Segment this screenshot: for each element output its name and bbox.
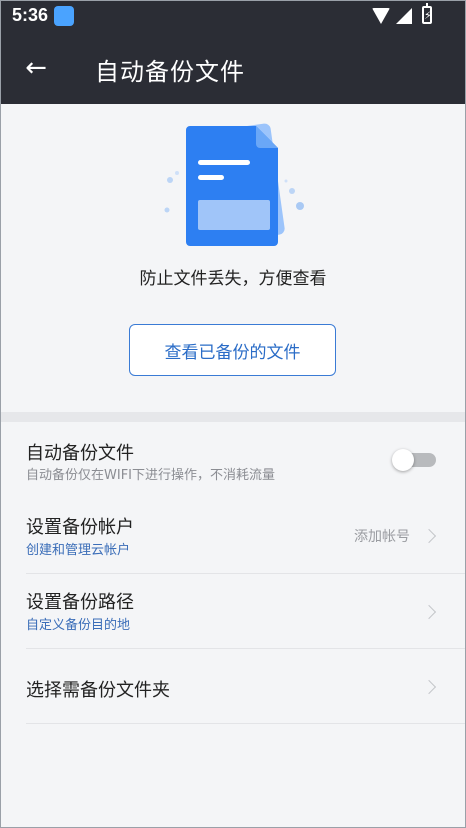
setting-subtitle: 自定义备份目的地 <box>26 618 131 633</box>
setting-backup-path[interactable]: 设置备份路径 自定义备份目的地 <box>0 574 466 650</box>
signal-icon <box>396 8 412 24</box>
setting-subtitle: 创建和管理云帐户 <box>26 543 131 558</box>
chevron-right-icon <box>421 528 437 544</box>
setting-select-folders[interactable]: 选择需备份文件夹 <box>0 650 466 726</box>
setting-title: 设置备份帐户 <box>26 517 134 538</box>
chevron-right-icon <box>421 604 437 620</box>
setting-backup-account[interactable]: 设置备份帐户 创建和管理云帐户 添加帐号 <box>0 498 466 574</box>
view-backed-up-files-button[interactable]: 查看已备份的文件 <box>129 324 336 376</box>
status-bar: 5:36 ⚡ <box>0 0 466 32</box>
add-account-value: 添加帐号 <box>354 529 410 545</box>
setting-auto-backup[interactable]: 自动备份文件 自动备份仅在WIFI下进行操作，不消耗流量 <box>0 422 466 498</box>
chevron-right-icon <box>421 679 437 695</box>
row-divider <box>26 723 466 724</box>
app-bar: ← 自动备份文件 <box>0 32 466 104</box>
arrow-left-icon: ← <box>25 53 47 83</box>
wifi-icon <box>372 8 390 24</box>
section-divider <box>0 412 466 422</box>
back-button[interactable]: ← <box>18 50 54 86</box>
auto-backup-toggle[interactable] <box>392 449 436 471</box>
row-divider <box>26 648 466 649</box>
app-notification-icon <box>54 6 74 26</box>
status-time: 5:36 <box>12 5 49 25</box>
document-backup-icon <box>164 123 304 246</box>
setting-title: 设置备份路径 <box>26 592 134 613</box>
hero-tagline: 防止文件丢失，方便查看 <box>139 269 327 289</box>
setting-subtitle: 自动备份仅在WIFI下进行操作，不消耗流量 <box>26 468 275 483</box>
top-bar: 5:36 ⚡ ← 自动备份文件 <box>0 0 466 104</box>
battery-charging-icon: ⚡ <box>422 3 432 24</box>
setting-title: 选择需备份文件夹 <box>26 680 170 701</box>
hero-section: 防止文件丢失，方便查看 查看已备份的文件 <box>0 104 466 412</box>
page-title: 自动备份文件 <box>95 58 245 86</box>
setting-title: 自动备份文件 <box>26 443 134 464</box>
toggle-thumb <box>392 449 414 471</box>
